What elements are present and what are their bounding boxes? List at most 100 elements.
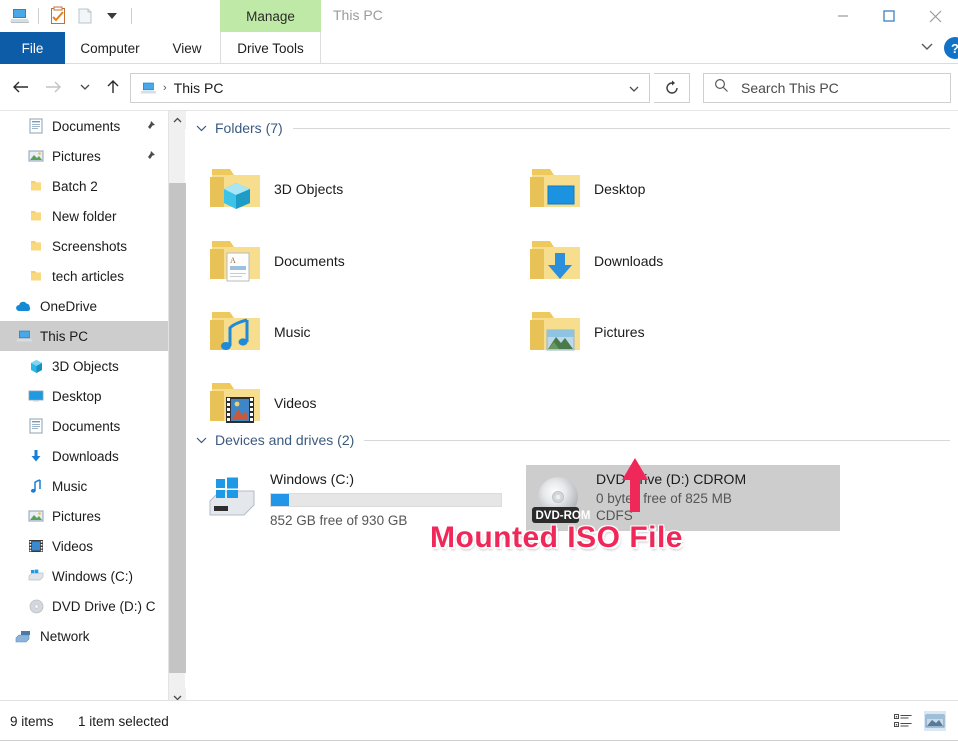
folder-tile-downloads[interactable]: Downloads — [528, 233, 663, 289]
details-view-button[interactable] — [892, 711, 914, 731]
tab-drive-tools[interactable]: Drive Tools — [220, 32, 321, 64]
sidebar-item-label: tech articles — [52, 268, 125, 284]
address-bar[interactable]: › This PC — [130, 73, 650, 103]
section-header-devices[interactable]: Devices and drives (2) — [196, 429, 958, 451]
pin-icon[interactable] — [144, 119, 156, 137]
folder-tile-pictures[interactable]: Pictures — [528, 304, 645, 360]
drive-name: Windows (C:) — [270, 471, 355, 487]
recent-locations-button[interactable] — [72, 74, 98, 100]
sidebar-item-3d-objects[interactable]: 3D Objects — [0, 351, 168, 381]
large-icons-view-button[interactable] — [924, 711, 946, 731]
scrollbar-thumb[interactable] — [169, 183, 186, 673]
search-box[interactable]: Search This PC — [703, 73, 951, 103]
refresh-button[interactable] — [654, 73, 690, 103]
folder-tile-videos[interactable]: Videos — [208, 375, 317, 431]
sidebar-item-onedrive[interactable]: OneDrive — [0, 291, 168, 321]
folder-icon — [26, 207, 46, 225]
sidebar-item-new-folder[interactable]: New folder — [0, 201, 168, 231]
sidebar-item-this-pc[interactable]: This PC — [0, 321, 168, 351]
help-button[interactable]: ? — [944, 37, 958, 59]
maximize-button[interactable] — [866, 0, 912, 32]
sidebar-item-network[interactable]: Network — [0, 621, 168, 651]
sidebar-item-videos[interactable]: Videos — [0, 531, 168, 561]
sidebar-item-dvd-drive[interactable]: DVD Drive (D:) C — [0, 591, 168, 621]
desktop-icon — [26, 387, 46, 405]
svg-text:A: A — [230, 256, 236, 265]
search-input[interactable]: Search This PC — [741, 80, 839, 96]
window-controls — [820, 0, 958, 32]
this-pc-icon — [14, 327, 34, 345]
folder-tile-label: Videos — [274, 395, 317, 411]
tab-file[interactable]: File — [0, 32, 65, 64]
folder-tile-3d-objects[interactable]: 3D Objects — [208, 161, 343, 217]
scroll-up-arrow-icon[interactable] — [169, 111, 186, 129]
folder-tile-documents[interactable]: A Documents — [208, 233, 345, 289]
minimize-button[interactable] — [820, 0, 866, 32]
folder-downloads-icon — [528, 233, 584, 289]
sidebar-item-windows-c[interactable]: Windows (C:) — [0, 561, 168, 591]
view-mode-buttons — [892, 711, 946, 731]
sidebar-item-label: Network — [40, 628, 90, 644]
status-item-count: 9 items — [10, 714, 54, 729]
sidebar-item-desktop[interactable]: Desktop — [0, 381, 168, 411]
tab-view[interactable]: View — [155, 32, 219, 64]
properties-icon[interactable] — [47, 5, 69, 27]
section-header-folders[interactable]: Folders (7) — [196, 117, 958, 139]
dvd-icon — [26, 597, 46, 615]
main-area: Documents Pictures Batch 2 New folder Sc… — [0, 110, 958, 706]
this-pc-icon[interactable] — [8, 5, 30, 27]
drive-capacity-text: 0 bytes free of 825 MB — [596, 491, 732, 506]
folder-tile-label: Downloads — [594, 253, 664, 269]
drive-name: DVD Drive (D:) CDROM — [596, 471, 747, 487]
drive-filesystem: CDFS — [596, 508, 633, 523]
chevron-down-icon[interactable] — [920, 39, 934, 57]
folder-tile-desktop[interactable]: Desktop — [528, 161, 645, 217]
sidebar-item-label: Batch 2 — [52, 178, 98, 194]
this-pc-icon — [139, 80, 157, 96]
navigation-pane[interactable]: Documents Pictures Batch 2 New folder Sc… — [0, 111, 168, 706]
sidebar-item-batch-2[interactable]: Batch 2 — [0, 171, 168, 201]
breadcrumb[interactable]: This PC — [174, 80, 224, 96]
navigation-pane-scrollbar[interactable] — [168, 111, 186, 706]
section-title: Folders (7) — [215, 120, 283, 136]
back-button[interactable] — [8, 74, 34, 100]
sidebar-item-documents-quick[interactable]: Documents — [0, 111, 168, 141]
close-button[interactable] — [912, 0, 958, 32]
chevron-down-icon[interactable] — [196, 431, 207, 449]
sidebar-item-downloads[interactable]: Downloads — [0, 441, 168, 471]
sidebar-item-screenshots[interactable]: Screenshots — [0, 231, 168, 261]
drive-tile-windows-c[interactable]: Windows (C:) 852 GB free of 930 GB — [200, 465, 520, 534]
sidebar-item-label: OneDrive — [40, 298, 98, 314]
file-list-pane[interactable]: Folders (7) 3D Objects Desktop A Documen… — [186, 111, 958, 706]
sidebar-item-music[interactable]: Music — [0, 471, 168, 501]
chevron-down-icon[interactable] — [627, 81, 641, 99]
sidebar-item-pictures-quick[interactable]: Pictures — [0, 141, 168, 171]
manage-contextual-tab[interactable]: Manage — [220, 0, 321, 32]
folder-icon — [26, 267, 46, 285]
sidebar-item-label: Videos — [52, 538, 94, 554]
folder-icon — [26, 177, 46, 195]
chevron-down-icon[interactable] — [196, 119, 207, 137]
sidebar-item-pictures[interactable]: Pictures — [0, 501, 168, 531]
customize-qat-icon[interactable] — [101, 5, 123, 27]
folder-tile-label: Music — [274, 324, 311, 340]
pin-icon[interactable] — [144, 149, 156, 167]
sidebar-item-tech-articles[interactable]: tech articles — [0, 261, 168, 291]
folder-videos-icon — [208, 375, 264, 431]
folders-grid: 3D Objects Desktop A Documents Downloads… — [186, 139, 958, 429]
sidebar-item-label: Pictures — [52, 148, 101, 164]
capacity-bar — [270, 493, 502, 507]
sidebar-item-documents[interactable]: Documents — [0, 411, 168, 441]
drive-tile-dvd-d[interactable]: DVD-ROM DVD Drive (D:) CDROM 0 bytes fre… — [526, 465, 840, 531]
videos-icon — [26, 537, 46, 555]
qat-separator-2 — [131, 8, 132, 24]
up-button[interactable] — [100, 74, 126, 100]
new-folder-icon[interactable] — [74, 5, 96, 27]
drive-capacity-text: 852 GB free of 930 GB — [270, 513, 408, 528]
tab-computer[interactable]: Computer — [65, 32, 155, 64]
dvd-rom-icon: DVD-ROM — [532, 475, 590, 525]
folder-tile-music[interactable]: Music — [208, 304, 311, 360]
documents-icon — [26, 117, 46, 135]
sidebar-item-label: Downloads — [52, 448, 119, 464]
forward-button[interactable] — [40, 74, 66, 100]
